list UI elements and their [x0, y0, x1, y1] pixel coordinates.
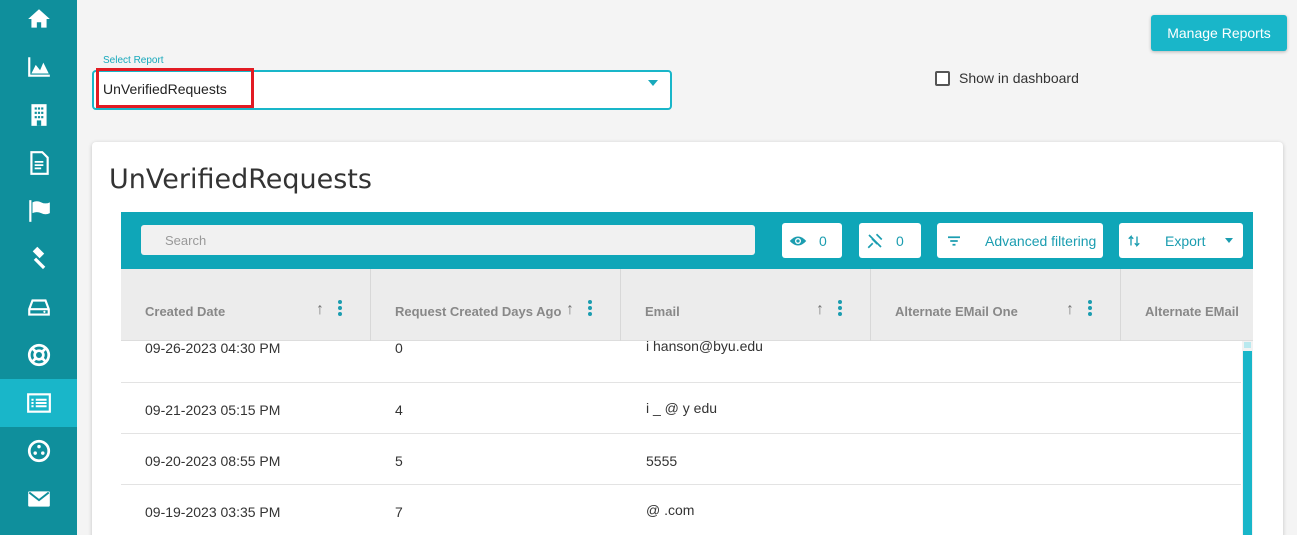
show-in-dashboard-label: Show in dashboard — [959, 70, 1079, 86]
search-input[interactable] — [141, 225, 755, 255]
table-row[interactable]: 09-19-2023 03:35 PM 7 @ .com — [121, 485, 1241, 535]
cell-created-date: 09-19-2023 03:35 PM — [145, 504, 281, 520]
advanced-filtering-label: Advanced filtering — [985, 232, 1097, 249]
network-icon — [27, 439, 50, 463]
column-menu-icon[interactable] — [838, 300, 842, 318]
cell-days-ago: 7 — [395, 504, 403, 520]
sidebar-item-documents[interactable] — [0, 139, 77, 187]
sort-arrow-up-icon[interactable]: ↑ — [566, 301, 574, 319]
sidebar-item-support[interactable] — [0, 331, 77, 379]
cell-days-ago: 4 — [395, 402, 403, 418]
cell-created-date: 09-21-2023 05:15 PM — [145, 402, 281, 418]
document-icon — [29, 151, 49, 175]
column-menu-icon[interactable] — [588, 300, 592, 318]
show-in-dashboard-checkbox[interactable]: Show in dashboard — [935, 70, 1079, 86]
flag-icon — [28, 200, 50, 222]
sidebar — [0, 0, 77, 535]
cell-created-date: 09-26-2023 04:30 PM — [145, 340, 281, 356]
sort-arrows-icon — [1128, 234, 1140, 247]
unpin-icon — [867, 233, 883, 248]
grid-toolbar: 0 0 Advanced filtering Export — [121, 212, 1253, 269]
app-window: Manage Reports Select Report UnVerifiedR… — [0, 0, 1297, 535]
pinned-columns-button[interactable]: 0 — [859, 223, 921, 258]
lifebuoy-icon — [27, 343, 50, 367]
cell-email: i hanson@byu.edu — [646, 338, 763, 354]
eye-icon — [789, 236, 807, 245]
report-list-icon — [26, 393, 51, 413]
cell-email: i _ @ y edu — [646, 400, 718, 416]
building-icon — [30, 104, 47, 126]
vertical-scrollbar[interactable] — [1242, 341, 1253, 535]
sidebar-item-storage[interactable] — [0, 283, 77, 331]
checkbox-box[interactable] — [935, 70, 950, 86]
report-card: UnVerifiedRequests 0 0 Advanced filteri — [92, 142, 1283, 535]
column-menu-icon[interactable] — [1088, 300, 1092, 318]
sidebar-item-mail[interactable] — [0, 475, 77, 523]
sort-arrow-up-icon[interactable]: ↑ — [816, 301, 824, 319]
sidebar-item-flags[interactable] — [0, 187, 77, 235]
report-grid: 0 0 Advanced filtering Export — [121, 212, 1253, 535]
advanced-filtering-button[interactable]: Advanced filtering — [937, 223, 1103, 258]
sidebar-item-home[interactable] — [0, 0, 77, 43]
cell-days-ago: 5 — [395, 453, 403, 469]
selected-report-value: UnVerifiedRequests — [103, 81, 227, 97]
scrollbar-thumb[interactable] — [1243, 351, 1252, 535]
sidebar-item-legal[interactable] — [0, 235, 77, 283]
cell-days-ago: 0 — [395, 340, 403, 356]
sort-arrow-up-icon[interactable]: ↑ — [1066, 301, 1074, 319]
drive-icon — [27, 299, 50, 316]
gavel-icon — [32, 246, 45, 270]
column-menu-icon[interactable] — [338, 300, 342, 318]
caret-down-icon — [1225, 238, 1233, 243]
export-label: Export — [1165, 232, 1206, 249]
sort-arrow-up-icon[interactable]: ↑ — [316, 301, 324, 319]
table-row[interactable]: 09-21-2023 05:15 PM 4 i _ @ y edu — [121, 383, 1241, 434]
column-header-label: Alternate EMail One — [895, 304, 1018, 319]
column-header-label: Email — [645, 304, 680, 319]
column-header-label: Request Created Days Ago — [395, 304, 562, 319]
column-header-label: Alternate EMail — [1145, 304, 1239, 319]
chart-icon — [27, 57, 50, 77]
main-content: Manage Reports Select Report UnVerifiedR… — [77, 0, 1297, 535]
sidebar-item-network[interactable] — [0, 427, 77, 475]
sidebar-item-buildings[interactable] — [0, 91, 77, 139]
filter-icon — [948, 235, 960, 246]
column-header-label: Created Date — [145, 304, 226, 319]
cell-email: 5555 — [646, 453, 678, 469]
scroll-up-icon[interactable] — [1244, 342, 1251, 348]
visible-count: 0 — [819, 232, 827, 249]
sidebar-item-analytics[interactable] — [0, 43, 77, 91]
cell-email: @ .com — [646, 502, 695, 518]
report-title: UnVerifiedRequests — [109, 164, 372, 195]
caret-down-icon — [648, 80, 658, 86]
visible-columns-button[interactable]: 0 — [782, 223, 842, 258]
sidebar-item-reports[interactable] — [0, 379, 77, 427]
export-button[interactable]: Export — [1119, 223, 1243, 258]
mail-icon — [27, 491, 50, 507]
cell-created-date: 09-20-2023 08:55 PM — [145, 453, 281, 469]
manage-reports-button[interactable]: Manage Reports — [1151, 15, 1287, 51]
table-row[interactable]: 09-20-2023 08:55 PM 5 5555 — [121, 434, 1241, 485]
select-report-dropdown[interactable]: UnVerifiedRequests — [92, 68, 672, 110]
table-row[interactable]: 09-26-2023 04:30 PM 0 i hanson@byu.edu — [121, 330, 1241, 383]
select-report-label: Select Report — [103, 55, 164, 66]
home-icon — [27, 9, 50, 28]
pinned-count: 0 — [896, 232, 904, 249]
